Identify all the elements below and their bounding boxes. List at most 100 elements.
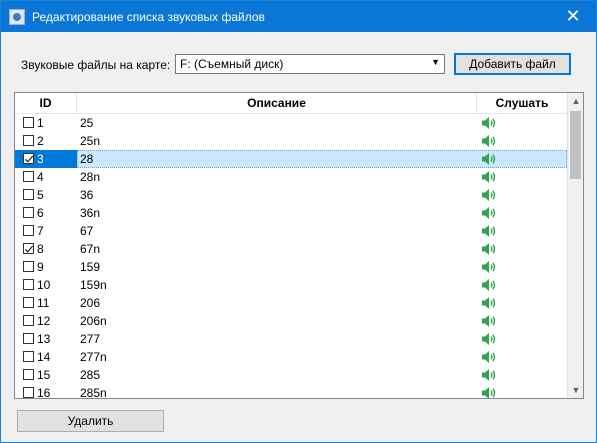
row-checkbox[interactable] bbox=[23, 279, 34, 290]
sound-file-list[interactable]: ID Описание Слушать 1 25 2 25n 3 28 4 28n 5 36 6 36… bbox=[14, 92, 584, 399]
id-cell: 14 bbox=[15, 348, 77, 366]
row-checkbox[interactable] bbox=[23, 153, 34, 164]
row-checkbox[interactable] bbox=[23, 243, 34, 254]
row-id: 5 bbox=[37, 188, 44, 202]
row-description: 277n bbox=[80, 350, 107, 364]
list-item[interactable]: 12 206n bbox=[15, 312, 567, 330]
row-checkbox[interactable] bbox=[23, 225, 34, 236]
list-item[interactable]: 14 277n bbox=[15, 348, 567, 366]
id-cell: 11 bbox=[15, 294, 77, 312]
row-id: 15 bbox=[37, 368, 51, 382]
speaker-icon[interactable] bbox=[481, 224, 497, 238]
list-item[interactable]: 11 206 bbox=[15, 294, 567, 312]
row-id: 8 bbox=[37, 242, 44, 256]
speaker-icon[interactable] bbox=[481, 350, 497, 364]
row-id: 12 bbox=[37, 314, 51, 328]
row-id: 16 bbox=[37, 386, 51, 399]
row-checkbox[interactable] bbox=[23, 315, 34, 326]
list-item[interactable]: 8 67n bbox=[15, 240, 567, 258]
list-item[interactable]: 4 28n bbox=[15, 168, 567, 186]
speaker-icon[interactable] bbox=[481, 296, 497, 310]
dialog-window: Редактирование списка звуковых файлов ✕ … bbox=[0, 0, 597, 443]
row-checkbox[interactable] bbox=[23, 189, 34, 200]
list-item[interactable]: 5 36 bbox=[15, 186, 567, 204]
row-id: 11 bbox=[37, 296, 50, 310]
list-item[interactable]: 9 159 bbox=[15, 258, 567, 276]
column-header-id[interactable]: ID bbox=[15, 93, 77, 113]
speaker-icon[interactable] bbox=[481, 314, 497, 328]
row-checkbox[interactable] bbox=[23, 171, 34, 182]
speaker-icon[interactable] bbox=[481, 278, 497, 292]
speaker-icon[interactable] bbox=[481, 260, 497, 274]
row-description: 206n bbox=[80, 314, 107, 328]
list-item[interactable]: 15 285 bbox=[15, 366, 567, 384]
id-cell: 4 bbox=[15, 168, 77, 186]
row-id: 7 bbox=[37, 224, 44, 238]
row-id: 6 bbox=[37, 206, 44, 220]
row-checkbox[interactable] bbox=[23, 387, 34, 398]
focus-rectangle bbox=[77, 150, 567, 168]
row-checkbox[interactable] bbox=[23, 369, 34, 380]
list-item[interactable]: 1 25 bbox=[15, 114, 567, 132]
row-description: 25 bbox=[80, 116, 94, 130]
list-item[interactable]: 7 67 bbox=[15, 222, 567, 240]
speaker-icon[interactable] bbox=[481, 368, 497, 382]
row-description: 28n bbox=[80, 170, 101, 184]
speaker-icon[interactable] bbox=[481, 170, 497, 184]
list-item[interactable]: 2 25n bbox=[15, 132, 567, 150]
vertical-scrollbar[interactable]: ▲ ▼ bbox=[567, 93, 583, 398]
row-id: 14 bbox=[37, 350, 51, 364]
speaker-icon[interactable] bbox=[481, 134, 497, 148]
delete-button[interactable]: Удалить bbox=[17, 410, 164, 432]
id-cell: 1 bbox=[15, 114, 77, 132]
speaker-icon[interactable] bbox=[481, 188, 497, 202]
list-item[interactable]: 10 159n bbox=[15, 276, 567, 294]
row-checkbox[interactable] bbox=[23, 333, 34, 344]
row-checkbox[interactable] bbox=[23, 261, 34, 272]
id-cell: 12 bbox=[15, 312, 77, 330]
title-bar[interactable]: Редактирование списка звуковых файлов ✕ bbox=[1, 1, 596, 32]
row-checkbox[interactable] bbox=[23, 207, 34, 218]
sound-files-label: Звуковые файлы на карте: bbox=[21, 58, 171, 72]
row-id: 2 bbox=[37, 134, 44, 148]
app-icon bbox=[9, 9, 25, 25]
row-id: 9 bbox=[37, 260, 44, 274]
scrollbar-thumb[interactable] bbox=[570, 111, 581, 179]
list-header: ID Описание Слушать bbox=[15, 93, 567, 114]
row-checkbox[interactable] bbox=[23, 117, 34, 128]
row-checkbox[interactable] bbox=[23, 297, 34, 308]
column-header-listen[interactable]: Слушать bbox=[477, 93, 567, 113]
add-file-button[interactable]: Добавить файл bbox=[454, 53, 571, 75]
id-cell: 9 bbox=[15, 258, 77, 276]
row-description: 25n bbox=[80, 134, 101, 148]
row-description: 285 bbox=[80, 368, 101, 382]
row-id: 4 bbox=[37, 170, 44, 184]
scroll-up-icon[interactable]: ▲ bbox=[568, 93, 583, 109]
drive-select-value: F: (Съемный диск) bbox=[180, 57, 284, 71]
id-cell: 13 bbox=[15, 330, 77, 348]
drive-select[interactable]: F: (Съемный диск) ▼ bbox=[175, 54, 445, 74]
list-item[interactable]: 3 28 bbox=[15, 150, 567, 168]
row-description: 159n bbox=[80, 278, 107, 292]
row-checkbox[interactable] bbox=[23, 351, 34, 362]
speaker-icon[interactable] bbox=[481, 332, 497, 346]
row-description: 36n bbox=[80, 206, 101, 220]
row-id: 13 bbox=[37, 332, 51, 346]
id-cell: 5 bbox=[15, 186, 77, 204]
list-item[interactable]: 16 285n bbox=[15, 384, 567, 399]
id-cell: 16 bbox=[15, 384, 77, 399]
close-button[interactable]: ✕ bbox=[550, 1, 596, 32]
list-item[interactable]: 13 277 bbox=[15, 330, 567, 348]
list-item[interactable]: 6 36n bbox=[15, 204, 567, 222]
speaker-icon[interactable] bbox=[481, 116, 497, 130]
id-cell: 7 bbox=[15, 222, 77, 240]
speaker-icon[interactable] bbox=[481, 242, 497, 256]
row-id: 3 bbox=[37, 152, 44, 166]
scroll-down-icon[interactable]: ▼ bbox=[568, 382, 583, 398]
column-header-description[interactable]: Описание bbox=[77, 93, 477, 113]
id-cell: 2 bbox=[15, 132, 77, 150]
row-id: 1 bbox=[37, 116, 44, 130]
speaker-icon[interactable] bbox=[481, 206, 497, 220]
row-checkbox[interactable] bbox=[23, 135, 34, 146]
speaker-icon[interactable] bbox=[481, 386, 497, 399]
